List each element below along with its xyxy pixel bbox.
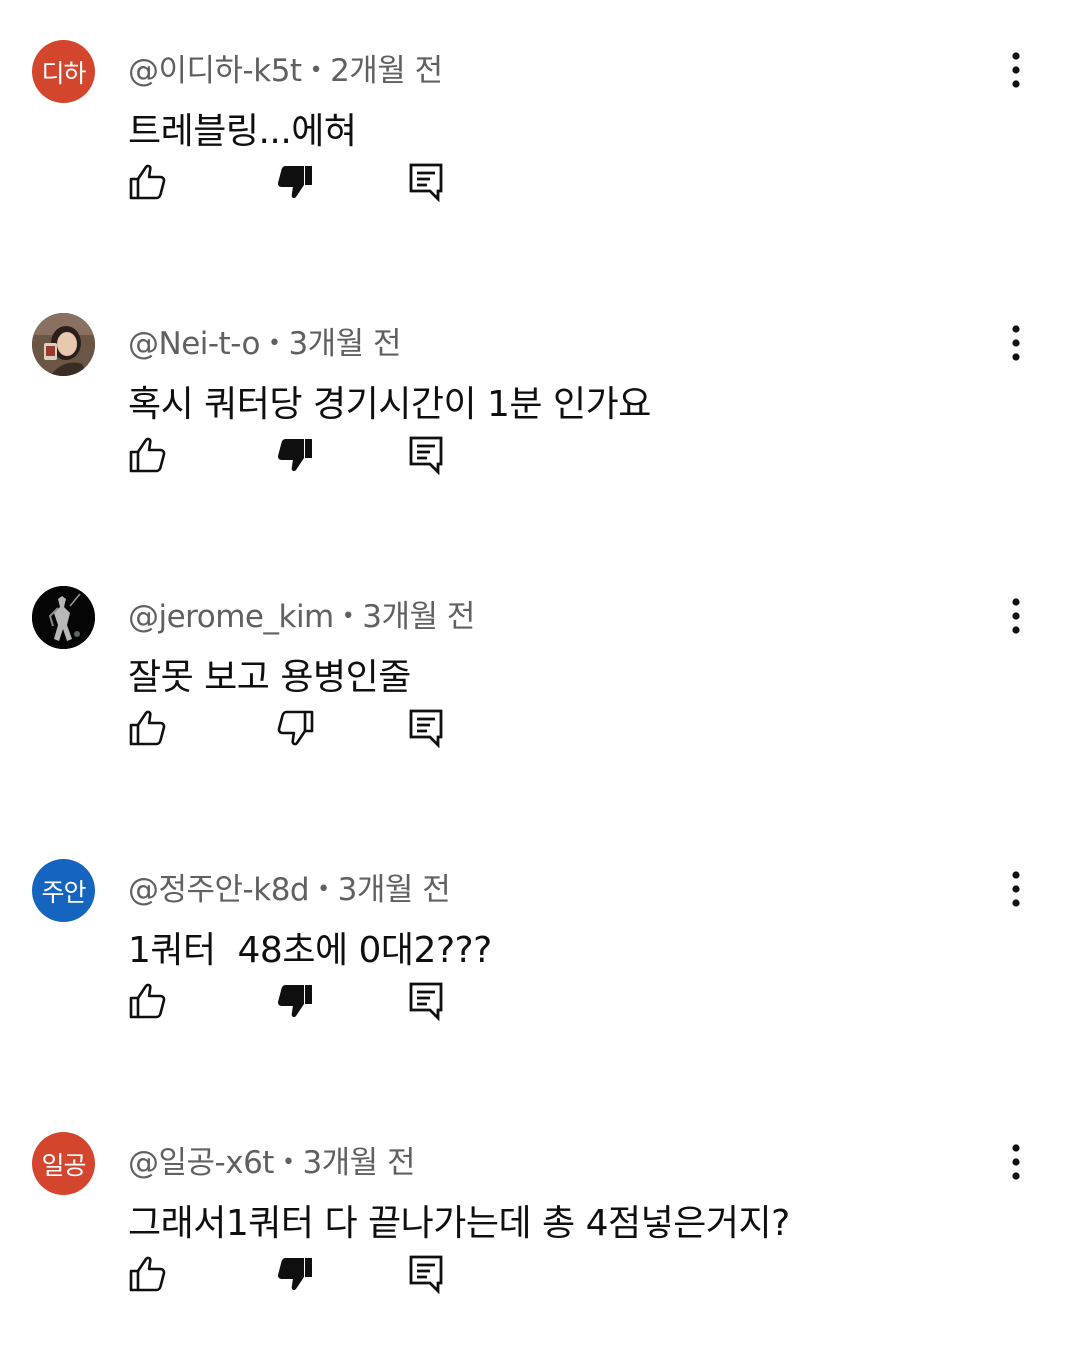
more-vert-icon: [1012, 52, 1020, 88]
more-options-button[interactable]: [996, 865, 1036, 913]
comment-item: @jerome_kim • 3개월 전 잘못 보고 용병인줄: [0, 546, 1080, 819]
comment-text: 잘못 보고 용병인줄: [128, 657, 411, 698]
comment-time: 3개월 전: [302, 1145, 416, 1181]
more-vert-icon: [1012, 325, 1020, 361]
comment-text: 트레블링...에혀: [128, 111, 357, 152]
reply-button[interactable]: [398, 700, 454, 756]
more-options-button[interactable]: [996, 46, 1036, 94]
thumb-down-icon: [277, 1258, 312, 1291]
more-vert-icon: [1012, 871, 1020, 907]
thumb-down-icon: [277, 985, 312, 1018]
reply-button[interactable]: [398, 1246, 454, 1302]
comment-item: @Nei-t-o • 3개월 전 혹시 쿼터당 경기시간이 1분 인가요: [0, 273, 1080, 546]
dislike-button[interactable]: [267, 1246, 323, 1302]
comment-meta: @Nei-t-o • 3개월 전: [128, 318, 402, 363]
reply-comment-icon: [409, 982, 443, 1021]
comment-author[interactable]: @이디하-k5t: [128, 53, 302, 89]
like-button[interactable]: [120, 973, 176, 1029]
meta-separator: •: [267, 331, 281, 356]
more-options-button[interactable]: [996, 319, 1036, 367]
avatar[interactable]: 디하: [32, 40, 95, 103]
meta-separator: •: [281, 1150, 295, 1175]
comment-meta: @정주안-k8d • 3개월 전: [128, 864, 451, 909]
thumb-down-icon: [277, 166, 312, 199]
comment-item: 주안 @정주안-k8d • 3개월 전 1쿼터 48초에 0대2???: [0, 819, 1080, 1092]
thumb-up-outline-icon: [129, 983, 166, 1019]
comment-item: 일공 @일공-x6t • 3개월 전 그래서1쿼터 다 끝나가는데 총 4점넣은거지…: [0, 1092, 1080, 1365]
dislike-button[interactable]: [267, 154, 323, 210]
more-vert-icon: [1012, 598, 1020, 634]
comment-item: 디하 @이디하-k5t • 2개월 전 트레블링...에혀: [0, 0, 1080, 273]
like-button[interactable]: [120, 700, 176, 756]
thumb-down-outline-icon: [277, 710, 314, 746]
comment-meta: @일공-x6t • 3개월 전: [128, 1137, 416, 1182]
thumb-up-outline-icon: [129, 164, 166, 200]
avatar[interactable]: [32, 313, 95, 376]
comment-author[interactable]: @jerome_kim: [128, 599, 334, 635]
avatar-photo: [32, 586, 95, 649]
more-vert-icon: [1012, 1144, 1020, 1180]
like-button[interactable]: [120, 154, 176, 210]
comment-text: 혹시 쿼터당 경기시간이 1분 인가요: [128, 384, 651, 425]
thumb-up-outline-icon: [129, 437, 166, 473]
avatar[interactable]: 주안: [32, 859, 95, 922]
comment-author[interactable]: @Nei-t-o: [128, 326, 260, 362]
avatar-photo: [32, 313, 95, 376]
dislike-button[interactable]: [267, 427, 323, 483]
dislike-button[interactable]: [267, 700, 323, 756]
reply-comment-icon: [409, 163, 443, 202]
comment-time: 3개월 전: [362, 599, 475, 635]
comment-meta: @jerome_kim • 3개월 전: [128, 591, 475, 636]
thumb-down-icon: [277, 439, 312, 472]
reply-button[interactable]: [398, 973, 454, 1029]
comment-author[interactable]: @정주안-k8d: [128, 872, 310, 908]
reply-comment-icon: [409, 436, 443, 475]
comment-author[interactable]: @일공-x6t: [128, 1145, 274, 1181]
like-button[interactable]: [120, 427, 176, 483]
reply-comment-icon: [409, 709, 443, 748]
dislike-button[interactable]: [267, 973, 323, 1029]
avatar[interactable]: 일공: [32, 1132, 95, 1195]
comment-time: 2개월 전: [330, 53, 443, 89]
more-options-button[interactable]: [996, 1138, 1036, 1186]
meta-separator: •: [317, 877, 330, 902]
thumb-up-outline-icon: [129, 710, 166, 746]
reply-comment-icon: [409, 1255, 443, 1294]
meta-separator: •: [309, 58, 323, 83]
comment-time: 3개월 전: [288, 326, 402, 362]
comment-text: 1쿼터 48초에 0대2???: [128, 930, 492, 971]
thumb-up-outline-icon: [129, 1256, 166, 1292]
comment-time: 3개월 전: [337, 872, 451, 908]
meta-separator: •: [341, 604, 355, 629]
more-options-button[interactable]: [996, 592, 1036, 640]
avatar[interactable]: [32, 586, 95, 649]
comment-meta: @이디하-k5t • 2개월 전: [128, 45, 443, 90]
reply-button[interactable]: [398, 427, 454, 483]
like-button[interactable]: [120, 1246, 176, 1302]
reply-button[interactable]: [398, 154, 454, 210]
comment-text: 그래서1쿼터 다 끝나가는데 총 4점넣은거지?: [128, 1203, 790, 1244]
